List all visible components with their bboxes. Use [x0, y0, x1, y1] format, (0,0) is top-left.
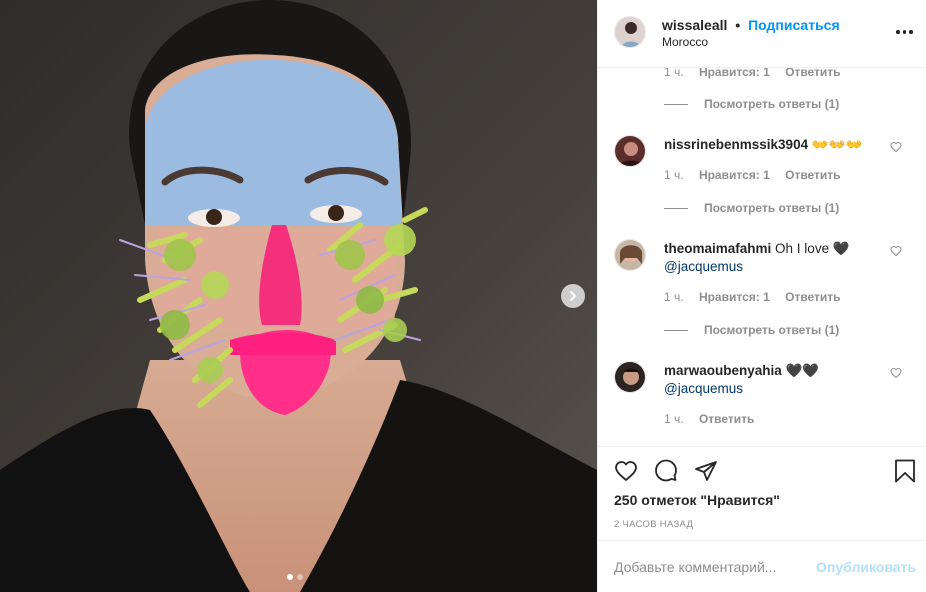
comment-likes[interactable]: Нравится: 1: [699, 68, 770, 79]
comment-meta: 1 ч. Нравится: 1 Ответить: [664, 290, 853, 304]
view-replies-button[interactable]: Посмотреть ответы (1): [664, 323, 839, 337]
add-comment-form: Опубликовать: [598, 540, 926, 592]
reply-button[interactable]: Ответить: [785, 68, 840, 79]
author-username[interactable]: wissaleall: [662, 17, 727, 33]
reply-button[interactable]: Ответить: [699, 412, 754, 426]
next-photo-button[interactable]: [561, 284, 585, 308]
comment-username[interactable]: nissrinebenmssik3904: [664, 137, 808, 152]
carousel-dot: [297, 574, 303, 580]
divider-line: [664, 329, 688, 331]
comment-icon[interactable]: [653, 459, 679, 483]
comment-time: 1 ч.: [664, 68, 684, 79]
commenter-avatar[interactable]: [614, 135, 646, 167]
comment-text: nissrinebenmssik3904 👐👐👐: [664, 136, 884, 154]
share-icon[interactable]: [694, 459, 718, 483]
more-options-button[interactable]: [896, 26, 914, 38]
divider-line: [664, 207, 688, 209]
comment-like-icon[interactable]: [890, 367, 902, 379]
comment-meta: 1 ч. Ответить: [664, 412, 766, 426]
comment-mention[interactable]: @jacquemus: [664, 381, 743, 396]
comment-meta: 1 ч. Нравится: 1 Ответить: [664, 168, 853, 182]
view-replies-button[interactable]: Посмотреть ответы (1): [664, 201, 839, 215]
comment-time: 1 ч.: [664, 412, 684, 426]
publish-button[interactable]: Опубликовать: [816, 559, 916, 575]
carousel-dot-active: [287, 574, 293, 580]
more-horizontal-icon: [896, 30, 900, 34]
comment-text: theomaimafahmi Oh I love 🖤 @jacquemus: [664, 240, 884, 276]
comment-body: Oh I love 🖤: [775, 241, 850, 256]
view-replies-label: Посмотреть ответы (1): [704, 201, 840, 215]
chevron-right-icon: [569, 290, 577, 302]
post-photo[interactable]: [0, 0, 597, 592]
comment-meta: 1 ч. Нравится: 1 Ответить: [664, 68, 853, 79]
likes-count[interactable]: 250 отметок "Нравится": [614, 492, 780, 508]
commenter-avatar[interactable]: [614, 239, 646, 271]
comment-time: 1 ч.: [664, 290, 684, 304]
post-side-panel: wissaleall • Подписаться Morocco 1 ч. Нр…: [597, 0, 926, 592]
post-header: wissaleall • Подписаться Morocco: [598, 0, 926, 68]
reply-button[interactable]: Ответить: [785, 290, 840, 304]
heart-icon[interactable]: [613, 459, 639, 483]
comment-like-icon[interactable]: [890, 141, 902, 153]
view-replies-button[interactable]: Посмотреть ответы (1): [664, 97, 839, 111]
avatar-image: [615, 136, 645, 166]
comment-username[interactable]: theomaimafahmi: [664, 241, 771, 256]
avatar-image: [615, 240, 645, 270]
comment-mention[interactable]: @jacquemus: [664, 259, 743, 274]
comment-input[interactable]: [614, 557, 804, 577]
bookmark-icon[interactable]: [894, 459, 916, 483]
divider-line: [664, 103, 688, 105]
comment-likes[interactable]: Нравится: 1: [699, 290, 770, 304]
view-replies-label: Посмотреть ответы (1): [704, 97, 840, 111]
comment-username[interactable]: marwaoubenyahia: [664, 363, 782, 378]
more-dot: [902, 30, 906, 34]
avatar-image: [615, 17, 645, 47]
post-location[interactable]: Morocco: [662, 35, 708, 49]
separator-dot: •: [735, 17, 741, 33]
avatar-image: [615, 362, 645, 392]
comment-likes[interactable]: Нравится: 1: [699, 168, 770, 182]
comment-text: marwaoubenyahia 🖤🖤 @jacquemus: [664, 362, 884, 398]
follow-button[interactable]: Подписаться: [748, 17, 840, 33]
post-actions: 250 отметок "Нравится" 2 ЧАСОВ НАЗАД: [598, 446, 926, 540]
comment-like-icon[interactable]: [890, 245, 902, 257]
comment-body: 🖤🖤: [785, 363, 820, 378]
more-dot: [909, 30, 913, 34]
comment-body: 👐👐👐: [811, 137, 863, 152]
post-image: [0, 0, 597, 592]
reply-button[interactable]: Ответить: [785, 168, 840, 182]
author-avatar[interactable]: [614, 16, 646, 48]
post-timestamp[interactable]: 2 ЧАСОВ НАЗАД: [614, 519, 693, 530]
post-author: wissaleall • Подписаться: [662, 17, 840, 33]
comments-list[interactable]: 1 ч. Нравится: 1 Ответить Посмотреть отв…: [598, 68, 926, 446]
carousel-indicator: [287, 574, 303, 580]
view-replies-label: Посмотреть ответы (1): [704, 323, 840, 337]
comment-time: 1 ч.: [664, 168, 684, 182]
commenter-avatar[interactable]: [614, 361, 646, 393]
